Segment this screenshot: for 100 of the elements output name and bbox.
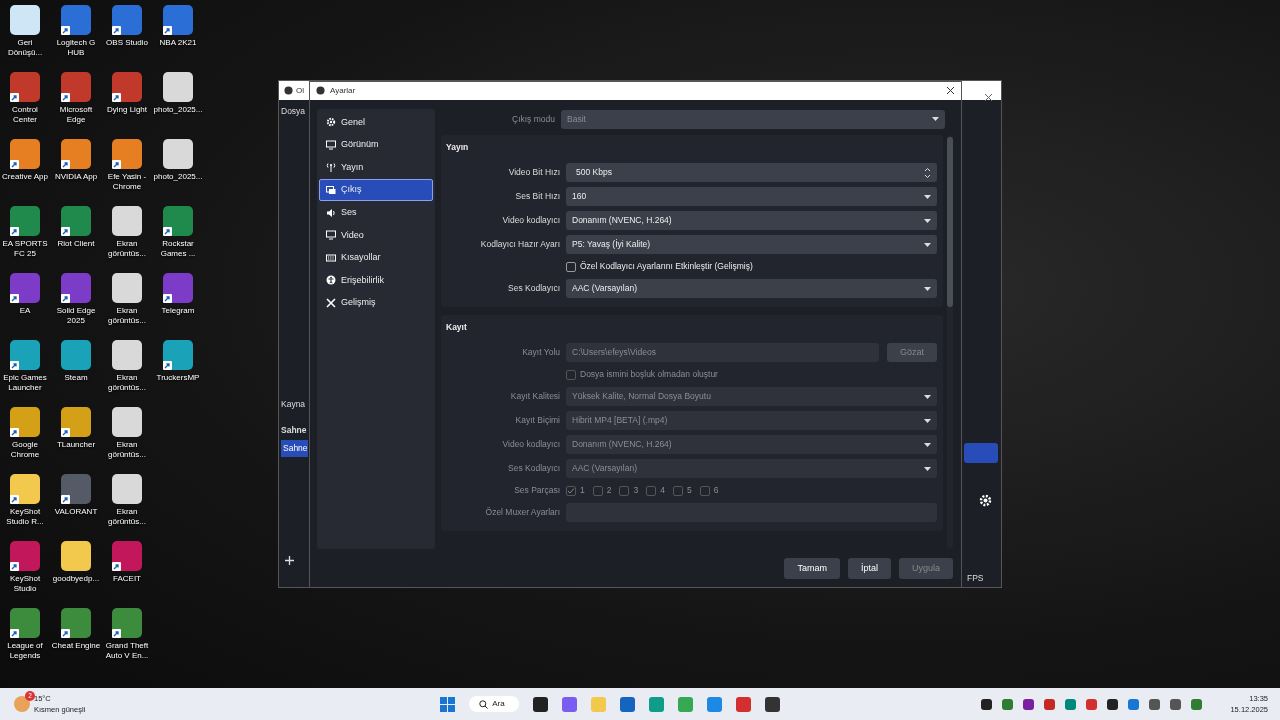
app-icon[interactable] bbox=[61, 474, 91, 504]
icon-label[interactable]: Cheat Engine bbox=[51, 641, 101, 651]
tray-icon[interactable] bbox=[1107, 698, 1119, 710]
icon-label[interactable]: EA SPORTS FC 25 bbox=[0, 239, 50, 259]
sidebar-item[interactable]: Video bbox=[319, 223, 433, 247]
dialog-button[interactable]: İptal bbox=[847, 558, 891, 579]
app-icon[interactable] bbox=[112, 5, 142, 35]
icon-label[interactable]: Rockstar Games ... bbox=[153, 239, 203, 259]
scrollbar-thumb[interactable] bbox=[947, 137, 953, 307]
icon-label[interactable]: photo_2025... bbox=[153, 105, 203, 115]
icon-label[interactable]: Control Center bbox=[0, 105, 50, 125]
sidebar-item[interactable]: Genel bbox=[319, 111, 433, 134]
app-icon[interactable] bbox=[163, 206, 193, 236]
sidebar-item[interactable]: Gelişmiş bbox=[319, 291, 433, 315]
app-icon[interactable] bbox=[10, 206, 40, 236]
icon-label[interactable]: NVIDIA App bbox=[51, 172, 101, 182]
icon-label[interactable]: TruckersMP bbox=[153, 373, 203, 383]
recycle-bin-icon[interactable] bbox=[10, 5, 40, 35]
app-icon[interactable] bbox=[112, 72, 142, 102]
icon-label[interactable]: Geri Dönüşü... bbox=[0, 38, 50, 58]
search-box[interactable]: Ara bbox=[469, 696, 519, 712]
icon-label[interactable]: Epic Games Launcher bbox=[0, 373, 50, 393]
icon-label[interactable]: Solid Edge 2025 bbox=[51, 306, 101, 326]
scene-item[interactable]: Sahne bbox=[281, 440, 308, 457]
icon-label[interactable]: photo_2025... bbox=[153, 172, 203, 182]
icon-label[interactable]: FACEIT bbox=[102, 574, 152, 584]
icon-label[interactable]: Telegram bbox=[153, 306, 203, 316]
icon-label[interactable]: EA bbox=[0, 306, 50, 316]
icon-label[interactable]: Creative App bbox=[0, 172, 50, 182]
app-icon[interactable] bbox=[10, 340, 40, 370]
app-icon[interactable] bbox=[61, 608, 91, 638]
sidebar-item[interactable]: Çıkış bbox=[319, 178, 433, 202]
image-thumbnail[interactable] bbox=[112, 340, 142, 370]
app-icon[interactable] bbox=[10, 139, 40, 169]
sidebar-item[interactable]: Yayın bbox=[319, 156, 433, 179]
sidebar-item[interactable]: Görünüm bbox=[319, 133, 433, 157]
icon-label[interactable]: VALORANT bbox=[51, 507, 101, 517]
image-thumbnail[interactable] bbox=[112, 206, 142, 236]
taskbar-app-icon[interactable] bbox=[764, 696, 780, 712]
icon-label[interactable]: Microsoft Edge bbox=[51, 105, 101, 125]
app-icon[interactable] bbox=[61, 273, 91, 303]
icon-label[interactable]: KeyShot Studio R... bbox=[0, 507, 50, 527]
taskbar-app-icon[interactable] bbox=[532, 696, 548, 712]
tray-icon[interactable] bbox=[1149, 698, 1161, 710]
icon-label[interactable]: Efe Yasin - Chrome bbox=[102, 172, 152, 192]
icon-label[interactable]: League of Legends bbox=[0, 641, 50, 661]
app-icon[interactable] bbox=[61, 407, 91, 437]
icon-label[interactable]: Ekran görüntüs... bbox=[102, 373, 152, 393]
icon-label[interactable]: Ekran görüntüs... bbox=[102, 306, 152, 326]
icon-label[interactable]: goodbyedp... bbox=[51, 574, 101, 584]
image-thumbnail[interactable] bbox=[163, 139, 193, 169]
folder-icon[interactable] bbox=[10, 474, 40, 504]
icon-label[interactable]: Steam bbox=[51, 373, 101, 383]
app-icon[interactable] bbox=[10, 407, 40, 437]
folder-icon[interactable] bbox=[61, 541, 91, 571]
close-icon[interactable] bbox=[946, 85, 955, 97]
app-icon[interactable] bbox=[10, 541, 40, 571]
icon-label[interactable]: Riot Client bbox=[51, 239, 101, 249]
image-thumbnail[interactable] bbox=[112, 474, 142, 504]
app-icon[interactable] bbox=[61, 139, 91, 169]
icon-label[interactable]: KeyShot Studio bbox=[0, 574, 50, 594]
image-thumbnail[interactable] bbox=[163, 72, 193, 102]
app-icon[interactable] bbox=[112, 541, 142, 571]
icon-label[interactable]: Ekran görüntüs... bbox=[102, 239, 152, 259]
settings-icon[interactable] bbox=[979, 494, 992, 507]
sidebar-item[interactable]: Kısayollar bbox=[319, 246, 433, 270]
app-icon[interactable] bbox=[112, 608, 142, 638]
icon-label[interactable]: Ekran görüntüs... bbox=[102, 440, 152, 460]
tray-icon[interactable] bbox=[1023, 698, 1035, 710]
dropdown[interactable]: Donanım (NVENC, H.264) bbox=[566, 211, 937, 231]
dropdown[interactable]: AAC (Varsayılan) bbox=[566, 279, 937, 299]
icon-label[interactable]: Ekran görüntüs... bbox=[102, 507, 152, 527]
tray-icon[interactable] bbox=[1170, 698, 1182, 710]
icon-label[interactable]: NBA 2K21 bbox=[153, 38, 203, 48]
app-icon[interactable] bbox=[163, 5, 193, 35]
dropdown[interactable]: P5: Yavaş (İyi Kalite) bbox=[566, 235, 937, 255]
icon-label[interactable]: OBS Studio bbox=[102, 38, 152, 48]
checkbox[interactable] bbox=[566, 261, 576, 272]
app-icon[interactable] bbox=[61, 72, 91, 102]
dialog-button[interactable]: Tamam bbox=[784, 558, 840, 579]
app-icon[interactable] bbox=[163, 273, 193, 303]
icon-label[interactable]: TLauncher bbox=[51, 440, 101, 450]
app-icon[interactable] bbox=[112, 139, 142, 169]
image-thumbnail[interactable] bbox=[112, 273, 142, 303]
app-icon[interactable] bbox=[10, 273, 40, 303]
app-icon[interactable] bbox=[61, 5, 91, 35]
app-icon[interactable] bbox=[10, 72, 40, 102]
image-thumbnail[interactable] bbox=[112, 407, 142, 437]
app-icon[interactable] bbox=[163, 340, 193, 370]
icon-label[interactable]: Logitech G HUB bbox=[51, 38, 101, 58]
menu-item[interactable]: Dosya bbox=[281, 105, 311, 118]
app-icon[interactable] bbox=[61, 206, 91, 236]
icon-label[interactable]: Dying Light bbox=[102, 105, 152, 115]
spin-box[interactable]: 500 Kbps bbox=[566, 163, 937, 183]
app-icon[interactable] bbox=[10, 608, 40, 638]
icon-label[interactable]: Google Chrome bbox=[0, 440, 50, 460]
dropdown[interactable]: 160 bbox=[566, 187, 937, 207]
sidebar-item[interactable]: Ses bbox=[319, 201, 433, 224]
sidebar-item[interactable]: Erişebilirlik bbox=[319, 269, 433, 292]
tray-icon[interactable] bbox=[981, 698, 993, 710]
